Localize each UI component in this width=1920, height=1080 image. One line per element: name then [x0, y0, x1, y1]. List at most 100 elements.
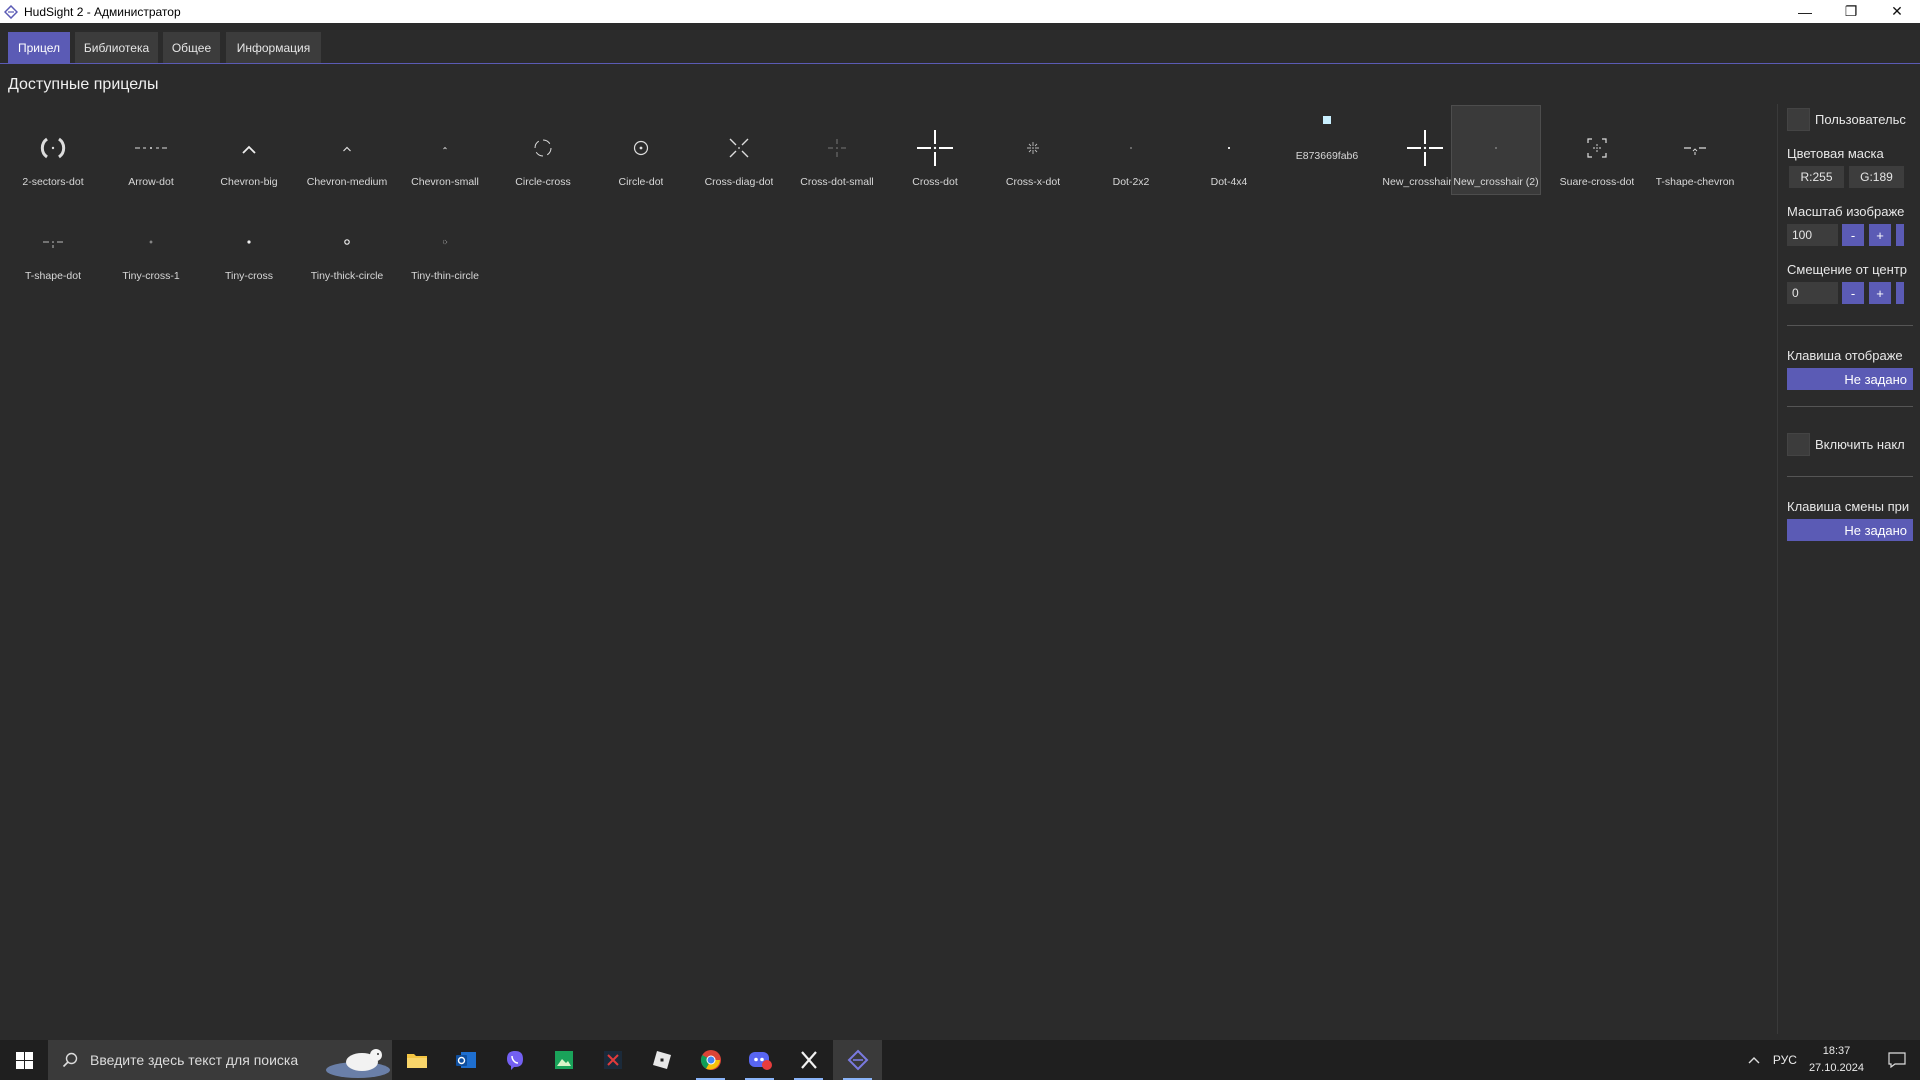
offset-minus-button[interactable]: -	[1842, 282, 1864, 304]
window-title: HudSight 2 - Администратор	[24, 4, 181, 19]
scale-plus-button[interactable]: +	[1869, 224, 1891, 246]
clock-time: 18:37	[1822, 1045, 1851, 1057]
offset-plus-button[interactable]: +	[1869, 282, 1891, 304]
capcut-icon	[800, 1051, 817, 1069]
clock[interactable]: 18:37 27.10.2024	[1809, 1043, 1864, 1077]
crosshair-item[interactable]: Tiny-thick-circle	[302, 200, 392, 290]
app-x-icon	[603, 1051, 622, 1069]
enable-checkbox[interactable]	[1787, 433, 1810, 456]
custom-checkbox[interactable]	[1787, 108, 1810, 131]
scale-minus-button[interactable]: -	[1842, 224, 1864, 246]
photos-app[interactable]	[539, 1040, 588, 1080]
close-button[interactable]: ✕	[1874, 0, 1920, 23]
crosshair-item[interactable]: Cross-x-dot	[988, 106, 1078, 196]
crosshair-item[interactable]: Chevron-big	[204, 106, 294, 196]
crosshair-item[interactable]: T-shape-dot	[8, 200, 98, 290]
crosshair-item[interactable]: Tiny-cross	[204, 200, 294, 290]
notification-button[interactable]	[1874, 1040, 1920, 1080]
circle-cross-icon	[534, 139, 552, 157]
arrow-dot-icon	[135, 147, 167, 149]
discord-icon	[748, 1052, 772, 1070]
minimize-button[interactable]: —	[1782, 0, 1828, 23]
t-shape-dot-icon	[43, 241, 63, 248]
scale-input[interactable]: 100	[1787, 224, 1838, 246]
crosshair-item[interactable]: Arrow-dot	[106, 106, 196, 196]
crosshair-item[interactable]: Circle-dot	[596, 106, 686, 196]
outlook-icon	[455, 1052, 476, 1068]
roblox-app[interactable]	[637, 1040, 686, 1080]
t-shape-chevron-icon	[1684, 147, 1706, 155]
red-value-field[interactable]: R:255	[1789, 166, 1844, 188]
capcut-app[interactable]	[784, 1040, 833, 1080]
crosshair-item[interactable]: 2-sectors-dot	[8, 106, 98, 196]
crosshair-label: Chevron-big	[220, 176, 278, 188]
title-bar: HudSight 2 - Администратор — ❐ ✕	[0, 0, 1920, 23]
file-explorer-app[interactable]	[392, 1040, 441, 1080]
crosshair-item[interactable]: Tiny-cross-1	[106, 200, 196, 290]
tab-crosshair[interactable]: Прицел	[8, 32, 70, 63]
crosshair-item[interactable]: Cross-dot-small	[792, 106, 882, 196]
crosshair-item[interactable]: T-shape-chevron	[1650, 106, 1740, 196]
tab-library[interactable]: Библиотека	[75, 32, 158, 63]
crosshair-label: Dot-4x4	[1210, 176, 1248, 188]
discord-app[interactable]	[735, 1040, 784, 1080]
hudsight-logo-icon	[4, 4, 18, 19]
system-tray: РУС 18:37 27.10.2024	[1747, 1040, 1920, 1080]
crosshair-item[interactable]: Suare-cross-dot	[1552, 106, 1642, 196]
green-value-field[interactable]: G:189	[1849, 166, 1904, 188]
offset-extra-button[interactable]	[1896, 282, 1904, 304]
crosshair-item[interactable]: E873669fab6	[1282, 106, 1372, 196]
file-explorer-icon	[406, 1054, 427, 1068]
hudsight-icon	[847, 1049, 868, 1071]
taskbar: Введите здесь текст для поиска РУС 18:37…	[0, 1040, 1920, 1080]
hudsight-app[interactable]	[833, 1040, 882, 1080]
offset-input[interactable]: 0	[1787, 282, 1838, 304]
maximize-button[interactable]: ❐	[1828, 0, 1874, 23]
app-x[interactable]	[588, 1040, 637, 1080]
photos-icon	[554, 1051, 573, 1069]
switch-key-label: Клавиша смены при	[1787, 499, 1910, 514]
crosshair-label: Cross-x-dot	[1005, 176, 1061, 188]
crosshair-item[interactable]: Dot-4x4	[1184, 106, 1274, 196]
cross-dot-small-icon	[828, 139, 846, 157]
new-crosshair-1-icon	[1407, 130, 1443, 166]
notification-icon	[1888, 1052, 1906, 1068]
crosshair-item[interactable]: Dot-2x2	[1086, 106, 1176, 196]
roblox-icon	[652, 1051, 671, 1069]
crosshair-item[interactable]: Chevron-medium	[302, 106, 392, 196]
show-key-button[interactable]: Не задано	[1787, 368, 1913, 390]
switch-key-button[interactable]: Не задано	[1787, 519, 1913, 541]
chevron-up-icon[interactable]	[1747, 1055, 1761, 1065]
crosshair-item[interactable]: Tiny-thin-circle	[400, 200, 490, 290]
search-highlight-icon	[326, 1049, 390, 1078]
enable-label: Включить накл	[1815, 437, 1905, 452]
viber-app[interactable]	[490, 1040, 539, 1080]
custom-label: Пользовательс	[1815, 112, 1906, 127]
tiny-cross-icon	[247, 240, 251, 244]
crosshair-item[interactable]: Cross-dot	[890, 106, 980, 196]
circle-dot-icon	[633, 140, 649, 156]
crosshair-label: Chevron-small	[411, 176, 479, 188]
crosshair-label: Suare-cross-dot	[1559, 176, 1635, 188]
chrome-icon	[700, 1050, 721, 1070]
crosshair-item[interactable]: Chevron-small	[400, 106, 490, 196]
taskbar-search[interactable]: Введите здесь текст для поиска	[48, 1040, 392, 1080]
tab-general[interactable]: Общее	[163, 32, 220, 63]
chrome-app[interactable]	[686, 1040, 735, 1080]
settings-panel: Пользовательс Цветовая маска R:255 G:189…	[1777, 104, 1920, 1034]
crosshair-label: Arrow-dot	[128, 176, 174, 188]
scale-extra-button[interactable]	[1896, 224, 1904, 246]
crosshair-item[interactable]: Cross-diag-dot	[694, 106, 784, 196]
start-button[interactable]	[0, 1040, 48, 1080]
dot-2x2-icon	[1130, 147, 1132, 149]
language-indicator[interactable]: РУС	[1773, 1053, 1797, 1067]
outlook-app[interactable]	[441, 1040, 490, 1080]
tab-info[interactable]: Информация	[226, 32, 321, 63]
clock-date: 27.10.2024	[1808, 1062, 1864, 1074]
crosshair-label: E873669fab6	[1295, 150, 1359, 162]
tiny-cross-1-icon	[149, 240, 153, 244]
tiny-thin-circle-icon	[442, 239, 448, 245]
crosshair-item-selected[interactable]: New_crosshair (2)	[1451, 105, 1541, 195]
crosshair-item[interactable]: Circle-cross	[498, 106, 588, 196]
color-mask-label: Цветовая маска	[1787, 146, 1884, 161]
